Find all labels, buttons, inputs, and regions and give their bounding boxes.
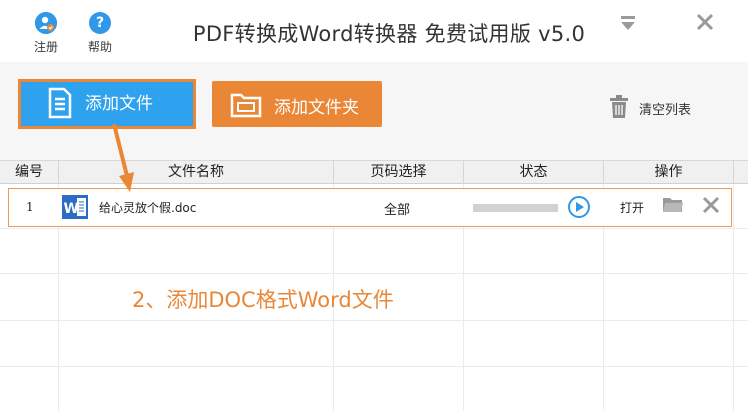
clear-list-label: 清空列表 [639,103,692,118]
column-header-number: 编号 [0,161,59,184]
document-icon [48,87,72,119]
minimize-icon[interactable] [620,14,636,32]
file-name: 给心灵放个假.doc [99,201,197,215]
play-icon[interactable] [568,196,590,218]
instruction-text: 2、添加DOC格式Word文件 [132,288,394,312]
clear-list-button[interactable]: 清空列表 [606,94,706,120]
column-header-status: 状态 [464,161,604,184]
open-file-link[interactable]: 打开 [620,199,644,216]
grid-line [0,366,748,367]
add-file-label: 添加文件 [85,94,153,114]
word-file-icon: W [62,195,88,219]
close-icon[interactable] [696,13,714,31]
title-bar: 注册 ? 帮助 PDF转换成Word转换器 免费试用版 v5.0 [0,0,748,62]
page-selection-select[interactable]: 全部 [384,199,410,218]
column-header-page-selection: 页码选择 [334,161,464,184]
add-file-button[interactable]: 添加文件 [18,79,196,129]
status-progress-bar [473,204,558,212]
trash-icon [610,95,628,118]
arrow-annotation [112,124,134,192]
grid-line [0,320,748,321]
grid-line [0,228,748,229]
grid-line [733,184,734,411]
column-header-actions: 操作 [604,161,734,184]
row-number: 1 [26,200,34,214]
add-folder-label: 添加文件夹 [274,98,359,118]
grid-line [0,273,748,274]
add-folder-button[interactable]: 添加文件夹 [212,81,382,127]
open-folder-icon[interactable] [662,196,684,214]
folder-icon [230,93,262,118]
svg-text:W: W [64,201,79,217]
delete-icon[interactable] [702,196,720,214]
